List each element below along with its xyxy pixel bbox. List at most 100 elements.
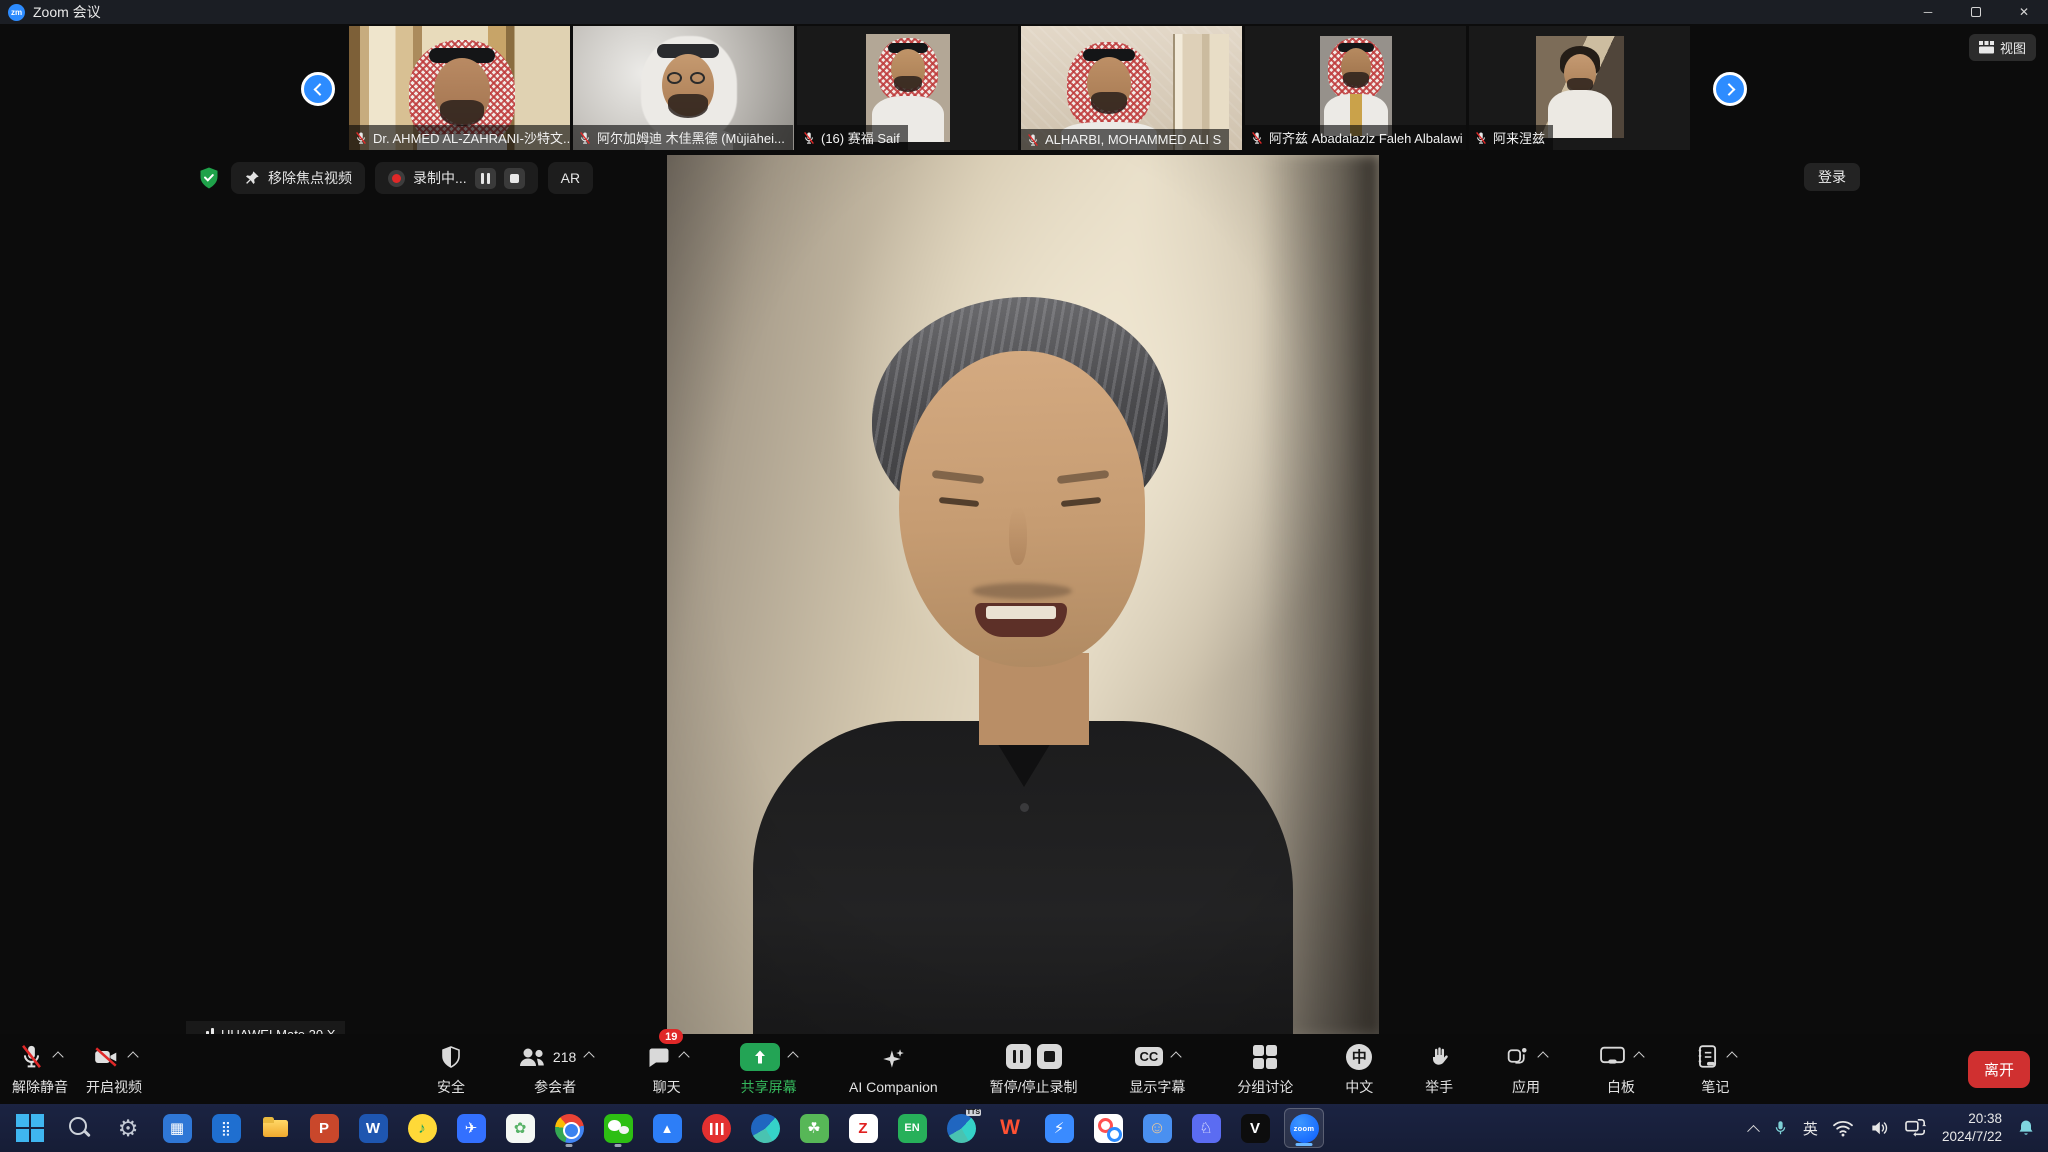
start-button[interactable] [10, 1108, 50, 1148]
chevron-left-icon [313, 83, 326, 96]
chrome-icon[interactable] [549, 1108, 589, 1148]
minimize-button[interactable]: ─ [1904, 0, 1952, 24]
share-screen-button[interactable]: 共享屏幕 [738, 1038, 799, 1100]
ar-button[interactable]: AR [548, 162, 593, 194]
pause-stop-recording-button[interactable]: 暂停/停止录制 [988, 1038, 1080, 1100]
word-icon[interactable]: W [353, 1108, 393, 1148]
xunlei-icon[interactable]: ⚡ [1039, 1108, 1079, 1148]
settings-gear-icon[interactable]: ⚙ [108, 1108, 148, 1148]
participant-tile[interactable]: (16) 赛福 Saif [797, 26, 1018, 150]
maximize-button[interactable] [1952, 0, 2000, 24]
calendar-app-icon[interactable]: ⣿ [206, 1108, 246, 1148]
tray-mic-icon[interactable] [1772, 1117, 1789, 1139]
chat-label: 聊天 [653, 1077, 681, 1097]
zoom-app-icon[interactable]: zoom [1284, 1108, 1324, 1148]
apps-button[interactable]: 应用 [1503, 1038, 1549, 1100]
grid-view-icon [1979, 41, 1994, 54]
captions-button[interactable]: CC 显示字幕 [1127, 1038, 1187, 1100]
wechat-icon-glyph [604, 1114, 633, 1143]
remove-spotlight-button[interactable]: 移除焦点视频 [231, 162, 365, 194]
participant-name-label: 阿尔加姆迪 木佳黑德 (Mùjiāhei... [573, 125, 793, 150]
chat-caret[interactable] [679, 1051, 690, 1062]
start-video-label: 开启视频 [86, 1077, 142, 1097]
calendar-app-icon-glyph: ⣿ [212, 1114, 241, 1143]
wps-icon[interactable]: W [990, 1108, 1030, 1148]
recording-indicator: 录制中... [375, 162, 538, 194]
participants-button[interactable]: 218 参会者 [515, 1038, 595, 1100]
muted-mic-icon [1026, 133, 1040, 147]
encryption-shield-icon[interactable] [197, 166, 221, 190]
whiteboard-button[interactable]: 白板 [1597, 1038, 1645, 1100]
start-video-button[interactable]: 开启视频 [84, 1038, 144, 1100]
close-button[interactable]: ✕ [2000, 0, 2048, 24]
chat-button[interactable]: 19 聊天 [643, 1038, 690, 1100]
tray-expand-icon[interactable] [1747, 1124, 1760, 1137]
xunlei-icon-glyph: ⚡ [1045, 1114, 1074, 1143]
participant-tile[interactable]: Dr. AHMED AL-ZAHRANI-沙特文... [349, 26, 570, 150]
feishu-icon[interactable]: ✈ [451, 1108, 491, 1148]
file-explorer-icon[interactable] [255, 1108, 295, 1148]
mic-options-caret[interactable] [52, 1051, 63, 1062]
unmute-button[interactable]: 解除静音 [10, 1038, 70, 1100]
wechat-icon[interactable] [598, 1108, 638, 1148]
wifi-icon[interactable] [1832, 1119, 1854, 1137]
login-button[interactable]: 登录 [1804, 163, 1860, 191]
raise-hand-button[interactable]: 举手 [1423, 1038, 1455, 1100]
clock[interactable]: 20:38 2024/7/22 [1942, 1110, 2002, 1145]
participants-caret[interactable] [584, 1051, 595, 1062]
pause-recording-icon[interactable] [1006, 1044, 1031, 1069]
muted-mic-icon [1474, 131, 1488, 145]
share-caret[interactable] [787, 1051, 798, 1062]
zoom-meeting-window: zm Zoom 会议 ─ ✕ [0, 0, 2048, 1152]
green-pet-app-icon[interactable]: ☘ [794, 1108, 834, 1148]
participant-tile[interactable]: 阿尔加姆迪 木佳黑德 (Mùjiāhei... [573, 26, 794, 150]
ime-indicator[interactable]: 英 [1803, 1118, 1818, 1139]
security-shield-icon [439, 1044, 463, 1070]
chrome-icon-glyph [555, 1114, 584, 1143]
stop-recording-icon-button[interactable] [504, 168, 525, 189]
breakout-rooms-button[interactable]: 分组讨论 [1235, 1038, 1295, 1100]
tray-date: 2024/7/22 [1942, 1128, 2002, 1146]
video-options-caret[interactable] [127, 1051, 138, 1062]
view-button[interactable]: 视图 [1969, 34, 2036, 61]
system-monitor-app-icon-glyph: ▦ [163, 1114, 192, 1143]
leave-meeting-button[interactable]: 离开 [1968, 1051, 2030, 1088]
ai-companion-button[interactable]: AI Companion [847, 1038, 940, 1100]
participant-tile[interactable]: 阿齐兹 Abadalaziz Faleh Albalawi [1245, 26, 1466, 150]
qq-music-icon[interactable]: ♪ [402, 1108, 442, 1148]
v-app-icon[interactable]: V [1235, 1108, 1275, 1148]
notes-caret[interactable] [1726, 1051, 1737, 1062]
filmstrip-next-button[interactable] [1713, 72, 1747, 106]
search-icon[interactable] [59, 1108, 99, 1148]
edge-tts-icon[interactable]: TTS [941, 1108, 981, 1148]
security-button[interactable]: 安全 [435, 1038, 467, 1100]
meeting-app-icon[interactable]: ▲ [647, 1108, 687, 1148]
volume-icon[interactable] [1868, 1118, 1890, 1138]
circles-app-icon[interactable] [1088, 1108, 1128, 1148]
meeting-info-bar: 移除焦点视频 录制中... AR [197, 161, 593, 195]
blue-pet-app-icon[interactable]: ♘ [1186, 1108, 1226, 1148]
notification-bell-icon[interactable] [2016, 1117, 2036, 1139]
participant-tile[interactable]: ALHARBI, MOHAMMED ALI S [1021, 26, 1242, 150]
apps-caret[interactable] [1537, 1051, 1548, 1062]
start-button-glyph [16, 1114, 44, 1142]
language-switch-icon[interactable] [1904, 1118, 1928, 1138]
filmstrip-prev-button[interactable] [301, 72, 335, 106]
participant-tile[interactable]: 阿来涅兹 [1469, 26, 1690, 150]
pause-recording-icon-button[interactable] [475, 168, 496, 189]
whiteboard-caret[interactable] [1633, 1051, 1644, 1062]
apps-icon [1505, 1044, 1530, 1069]
stop-recording-icon[interactable] [1037, 1044, 1062, 1069]
monkey-app-icon[interactable]: ☺ [1137, 1108, 1177, 1148]
edge-icon[interactable] [745, 1108, 785, 1148]
system-monitor-app-icon[interactable]: ▦ [157, 1108, 197, 1148]
powerpoint-icon[interactable]: P [304, 1108, 344, 1148]
captions-caret[interactable] [1171, 1051, 1182, 1062]
muted-mic-icon [802, 131, 816, 145]
notes-button[interactable]: 笔记 [1693, 1038, 1738, 1100]
audio-app-icon[interactable] [696, 1108, 736, 1148]
evernote-icon[interactable]: EN [892, 1108, 932, 1148]
flower-app-icon[interactable]: ✿ [500, 1108, 540, 1148]
z-app-icon[interactable]: Z [843, 1108, 883, 1148]
language-interpretation-button[interactable]: 中 中文 [1343, 1038, 1375, 1100]
